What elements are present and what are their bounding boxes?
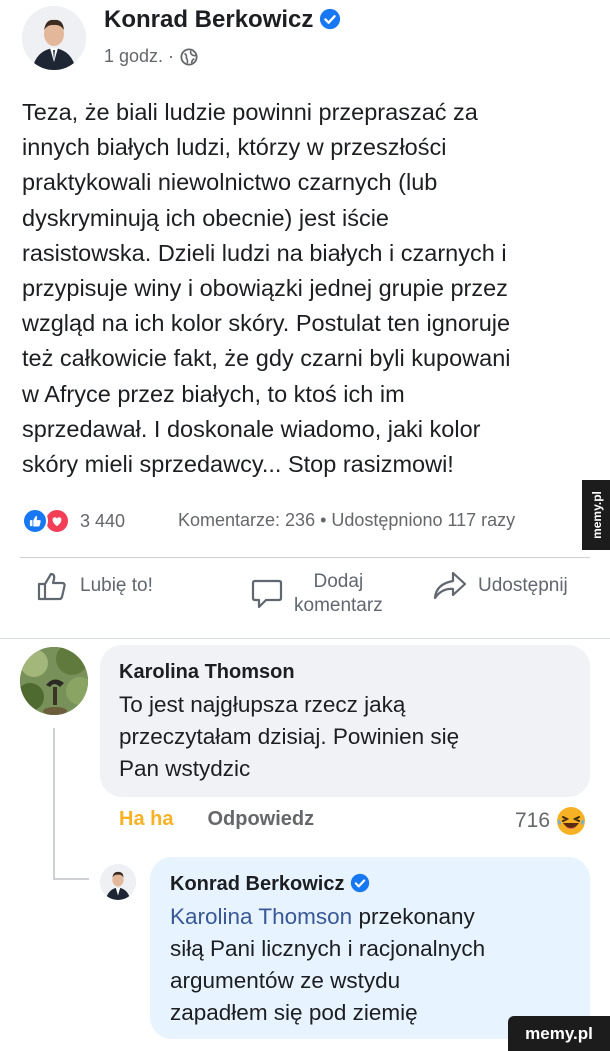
comment-label-line2: komentarz xyxy=(294,595,383,616)
reply-button[interactable]: Odpowiedz xyxy=(207,808,314,831)
like-button[interactable]: Lubię to! xyxy=(36,570,153,602)
reactions-summary[interactable]: 3 440 xyxy=(22,508,125,534)
reactions-count: 3 440 xyxy=(80,510,126,531)
comment-icon xyxy=(251,579,283,609)
post-text: Teza, że biali ludzie powinni przeprasza… xyxy=(22,99,511,478)
haha-emoji-icon xyxy=(557,807,586,835)
haha-reaction-label[interactable]: Ha ha xyxy=(119,808,173,831)
thread-line xyxy=(53,878,89,880)
post-time[interactable]: 1 godz. · xyxy=(104,46,174,67)
comment-button[interactable]: Dodaj komentarz xyxy=(250,570,383,618)
comment-label-line1: Dodaj xyxy=(313,571,364,592)
comment-text: To jest najgłupsza rzecz jaką przeczytał… xyxy=(119,692,460,781)
reply-text-first: przekonany xyxy=(352,904,475,929)
commenter-avatar[interactable] xyxy=(20,647,88,715)
comment-author[interactable]: Karolina Thomson xyxy=(119,661,295,684)
reply-text-rest: siłą Pani licznych i racjonalnych argume… xyxy=(170,936,486,1025)
reaction-icons xyxy=(22,508,72,534)
reply-text: Karolina Thomson przekonany siłą Pani li… xyxy=(170,901,580,1029)
reply-mention-link[interactable]: Karolina Thomson xyxy=(170,904,352,929)
divider xyxy=(0,638,610,639)
comment-actions: Ha ha Odpowiedz xyxy=(119,808,314,831)
comment-reaction-count[interactable]: 716 xyxy=(515,806,586,836)
reply-author-name[interactable]: Konrad Berkowicz xyxy=(170,873,344,895)
globe-icon xyxy=(180,47,198,66)
like-reaction-icon xyxy=(22,508,48,534)
thread-line xyxy=(53,728,55,880)
comment-label: Dodaj komentarz xyxy=(294,570,383,618)
comment-reaction-number: 716 xyxy=(515,809,551,832)
post-stats[interactable]: Komentarze: 236 • Udostępniono 117 razy xyxy=(178,510,515,531)
reply-bubble: Konrad Berkowicz Karolina Thomson przeko… xyxy=(150,857,590,1039)
share-button[interactable]: Udostępnij xyxy=(432,570,568,602)
post-meta: 1 godz. · xyxy=(104,46,198,67)
verified-badge-icon xyxy=(320,8,341,30)
comment-bubble: Karolina Thomson To jest najgłupsza rzec… xyxy=(100,645,590,797)
post-author-name[interactable]: Konrad Berkowicz xyxy=(104,6,313,33)
author-avatar[interactable] xyxy=(22,6,86,70)
thumbs-up-icon xyxy=(37,572,66,601)
post-author[interactable]: Konrad Berkowicz xyxy=(104,6,341,34)
bottom-watermark: memy.pl xyxy=(508,1016,610,1051)
verified-badge-icon xyxy=(351,873,370,893)
divider xyxy=(20,557,590,558)
side-watermark-text: memy.pl xyxy=(590,491,604,539)
reply-author[interactable]: Konrad Berkowicz xyxy=(170,873,370,896)
like-label: Lubię to! xyxy=(80,575,153,596)
share-label: Udostępnij xyxy=(478,575,568,596)
replier-avatar[interactable] xyxy=(100,864,136,900)
side-watermark: memy.pl xyxy=(582,480,610,550)
share-icon xyxy=(433,571,467,600)
